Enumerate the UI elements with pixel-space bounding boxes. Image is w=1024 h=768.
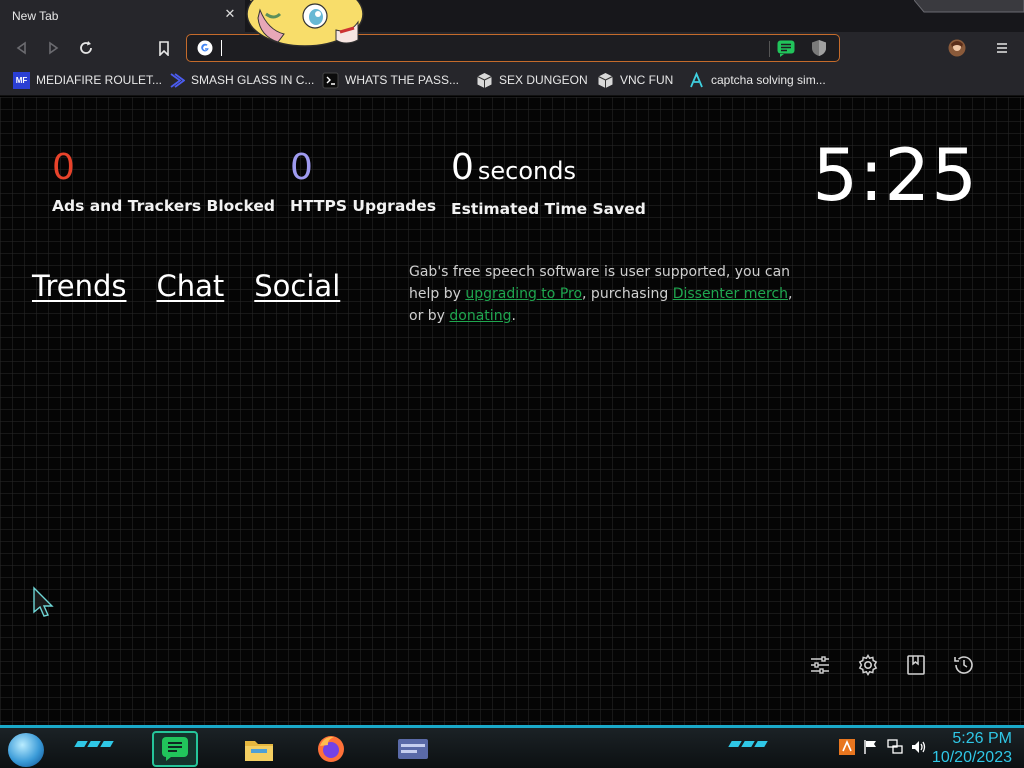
bookmark-icon: [159, 40, 169, 56]
taskbar: 5:26 PM 10/20/2023: [0, 725, 1024, 768]
close-icon[interactable]: ✕: [223, 8, 237, 22]
trends-link[interactable]: Trends: [32, 269, 126, 303]
gear-icon: [858, 654, 878, 676]
reload-icon: [80, 41, 92, 54]
dissenter-merch-link[interactable]: Dissenter merch: [673, 286, 788, 302]
avatar-icon: [948, 39, 966, 57]
time-saved-label: Estimated Time Saved: [451, 200, 646, 218]
start-button[interactable]: [8, 733, 44, 767]
bookmark-button[interactable]: [155, 39, 173, 57]
anime-sticker-icon: [246, 0, 364, 47]
tab-new-tab[interactable]: New Tab ✕: [0, 0, 245, 32]
gab-extension-icon[interactable]: [777, 40, 795, 57]
new-tab-page: 0 Ads and Trackers Blocked 0 HTTPS Upgra…: [0, 97, 1024, 725]
bracket-icon: [170, 72, 185, 88]
ads-blocked-label: Ads and Trackers Blocked: [52, 197, 275, 215]
gab-text-4: .: [511, 308, 516, 324]
history-icon: [954, 656, 973, 674]
bookmark-label: VNC FUN: [620, 73, 674, 87]
https-upgrades-count: 0: [290, 147, 313, 188]
bookmarks-button[interactable]: [904, 653, 928, 677]
taskbar-file-explorer[interactable]: [236, 731, 282, 767]
social-link[interactable]: Social: [254, 269, 340, 303]
text-cursor: [221, 40, 222, 56]
bookmark-label: MEDIAFIRE ROULET...: [36, 73, 163, 87]
tab-title: New Tab: [12, 9, 59, 23]
window-frame-decoration: [914, 0, 1024, 13]
forward-arrow-icon: [49, 41, 59, 55]
network-icon[interactable]: [886, 738, 904, 756]
cube-icon: [477, 72, 492, 88]
upgrade-pro-link[interactable]: upgrading to Pro: [465, 286, 582, 302]
history-button[interactable]: [952, 653, 976, 677]
mouse-cursor-icon: [33, 586, 54, 617]
bookmark-label: WHATS THE PASS...: [345, 73, 460, 87]
bookmark-smash-glass[interactable]: SMASH GLASS IN C...: [168, 70, 314, 90]
bookmarks-bar: MF MEDIAFIRE ROULET... SMASH GLASS IN C.…: [0, 64, 1024, 96]
https-upgrades-label: HTTPS Upgrades: [290, 197, 437, 215]
mediafire-icon: MF: [13, 71, 30, 89]
ads-blocked-count: 0: [52, 147, 75, 188]
bookmark-sex-dungeon[interactable]: SEX DUNGEON: [476, 70, 588, 90]
gab-support-message: Gab's free speech software is user suppo…: [409, 261, 809, 327]
taskbar-firefox[interactable]: [308, 731, 354, 767]
firefox-icon: [318, 736, 344, 762]
taskbar-clock[interactable]: 5:26 PM 10/20/2023: [932, 729, 1012, 767]
tab-strip: New Tab ✕: [0, 0, 1024, 47]
reload-button[interactable]: [77, 39, 95, 57]
page-clock: 5:25: [812, 133, 978, 217]
bookmark-label: SEX DUNGEON: [499, 73, 588, 87]
stat-https-upgrades: 0 HTTPS Upgrades: [290, 147, 436, 215]
customize-button[interactable]: [808, 653, 832, 677]
taskbar-decoration: [728, 741, 768, 747]
chat-app-icon: [162, 737, 188, 761]
menu-button[interactable]: [993, 39, 1011, 57]
cube-icon: [598, 72, 613, 88]
bookmark-label: SMASH GLASS IN C...: [191, 73, 315, 87]
taskbar-decoration: [74, 741, 114, 747]
bookmark-label: captcha solving sim...: [711, 73, 826, 87]
book-icon: [907, 655, 925, 675]
omnibox-divider: [769, 41, 770, 57]
gab-text-2: , purchasing: [582, 286, 673, 302]
flag-icon[interactable]: [862, 738, 880, 756]
bookmark-whats-the-pass[interactable]: WHATS THE PASS...: [322, 70, 459, 90]
back-arrow-icon: [16, 41, 26, 55]
bookmark-vnc-fun[interactable]: VNC FUN: [597, 70, 673, 90]
bookmark-captcha[interactable]: captcha solving sim...: [688, 70, 826, 90]
terminal-icon: [322, 72, 339, 88]
gab-links: Trends Chat Social: [32, 269, 340, 303]
taskbar-date: 10/20/2023: [931, 749, 1012, 766]
time-saved-value: 0 seconds: [451, 147, 646, 192]
google-icon: [197, 40, 213, 56]
time-saved-unit: seconds: [477, 157, 577, 185]
window-app-icon: [398, 739, 428, 759]
forward-button[interactable]: [44, 39, 62, 57]
shield-icon[interactable]: [811, 39, 827, 57]
stat-ads-blocked: 0 Ads and Trackers Blocked: [52, 147, 275, 215]
sliders-icon: [811, 656, 829, 674]
time-saved-count: 0: [451, 147, 474, 188]
hamburger-menu-icon: [997, 43, 1007, 53]
taskbar-window[interactable]: [390, 731, 436, 767]
lambda-icon: [690, 71, 703, 87]
system-tray: [838, 738, 928, 756]
settings-button[interactable]: [856, 653, 880, 677]
volume-icon[interactable]: [910, 738, 928, 756]
bookmark-mediafire[interactable]: MF MEDIAFIRE ROULET...: [13, 70, 162, 90]
stat-time-saved: 0 seconds Estimated Time Saved: [451, 147, 646, 218]
taskbar-gab-chat[interactable]: [152, 731, 198, 767]
profile-avatar[interactable]: [948, 39, 966, 57]
taskbar-time: 5:26 PM: [952, 730, 1012, 747]
chat-link[interactable]: Chat: [156, 269, 224, 303]
folder-icon: [245, 741, 273, 761]
donating-link[interactable]: donating: [449, 308, 511, 324]
tray-app-icon[interactable]: [838, 738, 856, 756]
back-button[interactable]: [13, 39, 31, 57]
